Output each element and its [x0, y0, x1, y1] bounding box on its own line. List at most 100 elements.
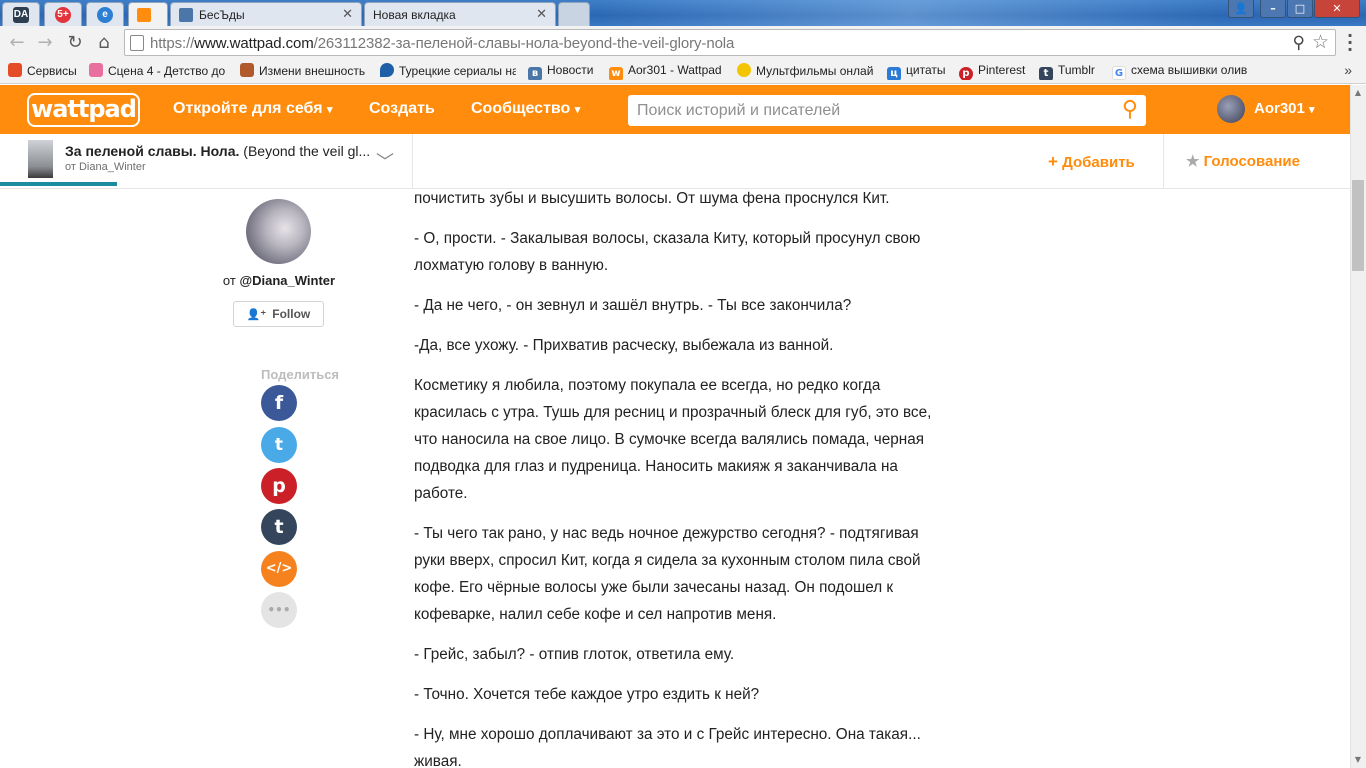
search-icon[interactable]: ⚲: [1122, 97, 1138, 122]
wattpad-icon: w: [609, 67, 623, 80]
five-plus-icon: 5+: [55, 7, 71, 23]
window-glow: [600, 0, 1220, 26]
wattpad-favicon-icon: [137, 8, 151, 22]
edge-icon: e: [97, 7, 113, 23]
tumblr-share-icon[interactable]: t: [261, 509, 297, 545]
new-tab-button[interactable]: [558, 2, 590, 26]
story-toolbar: За пеленой славы. Нола. (Beyond the veil…: [0, 134, 1350, 189]
facebook-share-icon[interactable]: f: [261, 385, 297, 421]
drop-icon: [380, 63, 394, 77]
scrollbar-thumb[interactable]: [1352, 180, 1364, 271]
smiley-icon: [737, 63, 751, 77]
back-icon[interactable]: ←: [6, 32, 28, 54]
paragraph: - Точно. Хочется тебе каждое утро ездить…: [414, 686, 760, 703]
paragraph: - Ты чего так рано, у нас ведь ночное де…: [414, 525, 921, 623]
pinterest-share-icon[interactable]: p: [261, 468, 297, 504]
zoom-icon[interactable]: ⚲: [1293, 33, 1305, 53]
bookmark-services[interactable]: Сервисы: [8, 63, 82, 80]
close-tab-icon[interactable]: ✕: [536, 6, 547, 22]
bookmark-wattpad[interactable]: w Aor301 - Wattpad: [609, 63, 727, 80]
paragraph: почистить зубы и высушить волосы. От шум…: [414, 190, 890, 207]
story-title[interactable]: За пеленой славы. Нола. (Beyond the veil…: [65, 143, 370, 159]
pinterest-icon: p: [959, 67, 973, 80]
add-to-list-button[interactable]: + Добавить: [1048, 152, 1135, 172]
bookmark-scene4[interactable]: Сцена 4 - Детство до: [89, 63, 226, 80]
maximize-button[interactable]: □: [1287, 0, 1313, 18]
story-author[interactable]: от Diana_Winter: [65, 161, 146, 173]
search-placeholder: Поиск историй и писателей: [637, 102, 841, 119]
bookmark-turkish-series[interactable]: Турецкие сериалы на: [380, 63, 516, 80]
tab-wattpad[interactable]: [128, 2, 168, 26]
twitter-share-icon[interactable]: t: [261, 427, 297, 463]
reading-progress-bar: [0, 182, 117, 186]
more-bookmarks-icon[interactable]: »: [1344, 62, 1352, 78]
tab-new[interactable]: Новая вкладка ✕: [364, 2, 556, 26]
chevron-down-icon[interactable]: ﹀: [376, 148, 394, 174]
browser-menu-icon[interactable]: · · ·: [1344, 28, 1356, 58]
wattpad-logo[interactable]: wattpad: [27, 93, 140, 127]
page-icon: [130, 35, 144, 51]
chat-favicon-icon: [179, 8, 193, 22]
minimize-button[interactable]: –: [1260, 0, 1286, 18]
apps-grid-icon: [8, 63, 22, 77]
plus-icon: +: [1048, 152, 1058, 171]
close-window-button[interactable]: ✕: [1314, 0, 1360, 18]
bookmark-quotes[interactable]: ц цитаты: [887, 63, 949, 80]
follow-button[interactable]: 👤⁺ Follow: [233, 301, 324, 327]
paragraph: - Грейс, забыл? - отпив глоток, ответила…: [414, 646, 735, 663]
author-avatar[interactable]: [246, 199, 311, 264]
add-user-icon: 👤⁺: [246, 309, 267, 321]
paragraph: - Ну, мне хорошо доплачивают за это и с …: [414, 726, 921, 768]
author-link[interactable]: @Diana_Winter: [239, 273, 335, 288]
user-avatar[interactable]: [1217, 95, 1245, 123]
tab-title: Новая вкладка: [373, 8, 456, 22]
browser-tabstrip: DA 5+ e БесЪды ✕ Новая вкладка ✕ 👤 – □ ✕: [0, 0, 1366, 26]
pinned-tab-1[interactable]: DA: [2, 2, 40, 26]
caret-down-icon: ▾: [574, 104, 581, 116]
divider: [1163, 134, 1164, 188]
vk-icon: в: [528, 67, 542, 80]
bookmark-pinterest[interactable]: p Pinterest: [959, 63, 1031, 80]
search-input[interactable]: Поиск историй и писателей ⚲: [628, 95, 1146, 126]
paragraph: - Да не чего, - он зевнул и зашёл внутрь…: [414, 297, 852, 314]
nav-create[interactable]: Создать: [369, 100, 435, 118]
scroll-down-icon[interactable]: ▼: [1350, 752, 1366, 768]
nav-community[interactable]: Сообщество ▾: [471, 100, 580, 118]
site-header: wattpad Откройте для себя ▾ Создать Сооб…: [0, 85, 1350, 134]
share-label: Поделиться: [261, 367, 340, 382]
browser-toolbar: ← → ↻ ⌂ https://www.wattpad.com/26311238…: [0, 26, 1366, 59]
google-icon: G: [1112, 66, 1126, 80]
reload-icon[interactable]: ↻: [64, 32, 86, 54]
tab-besedy[interactable]: БесЪды ✕: [170, 2, 362, 26]
close-tab-icon[interactable]: ✕: [342, 6, 353, 22]
pinned-tab-3[interactable]: e: [86, 2, 124, 26]
bookmark-tumblr[interactable]: t Tumblr: [1039, 63, 1103, 80]
embed-icon[interactable]: </>: [261, 551, 297, 587]
story-text: почистить зубы и высушить волосы. От шум…: [414, 183, 944, 768]
story-cover[interactable]: [28, 140, 53, 178]
bookmark-embroidery[interactable]: Gсхема вышивки олив: [1112, 63, 1250, 80]
pinned-tab-2[interactable]: 5+: [44, 2, 82, 26]
bookmark-change-look[interactable]: Измени внешность: [240, 63, 370, 80]
user-profile-button[interactable]: 👤: [1228, 0, 1254, 18]
paragraph: Косметику я любила, поэтому покупала ее …: [414, 377, 932, 502]
url-text[interactable]: https://www.wattpad.com/263112382-за-пел…: [150, 35, 734, 52]
more-share-icon[interactable]: •••: [261, 592, 297, 628]
bookmarks-bar: Сервисы Сцена 4 - Детство до Измени внеш…: [0, 59, 1366, 84]
address-bar[interactable]: https://www.wattpad.com/263112382-за-пел…: [124, 29, 1336, 56]
forward-icon[interactable]: →: [34, 32, 56, 54]
nav-discover[interactable]: Откройте для себя ▾: [173, 100, 333, 118]
vote-button[interactable]: ★ Голосование: [1186, 152, 1300, 170]
paragraph: -Да, все ухожу. - Прихватив расческу, вы…: [414, 337, 834, 354]
user-menu[interactable]: Aor301 ▾: [1254, 100, 1315, 117]
heart-icon: [89, 63, 103, 77]
bookmark-star-icon[interactable]: ☆: [1312, 31, 1329, 53]
caret-down-icon: ▾: [1309, 104, 1315, 116]
bookmark-news[interactable]: в Новости: [528, 63, 598, 80]
home-icon[interactable]: ⌂: [93, 32, 115, 54]
scroll-up-icon[interactable]: ▲: [1350, 85, 1366, 101]
divider: [412, 134, 413, 188]
da-icon: DA: [13, 7, 29, 23]
bookmark-cartoons[interactable]: Мультфильмы онлай: [737, 63, 875, 80]
caret-down-icon: ▾: [327, 104, 333, 116]
